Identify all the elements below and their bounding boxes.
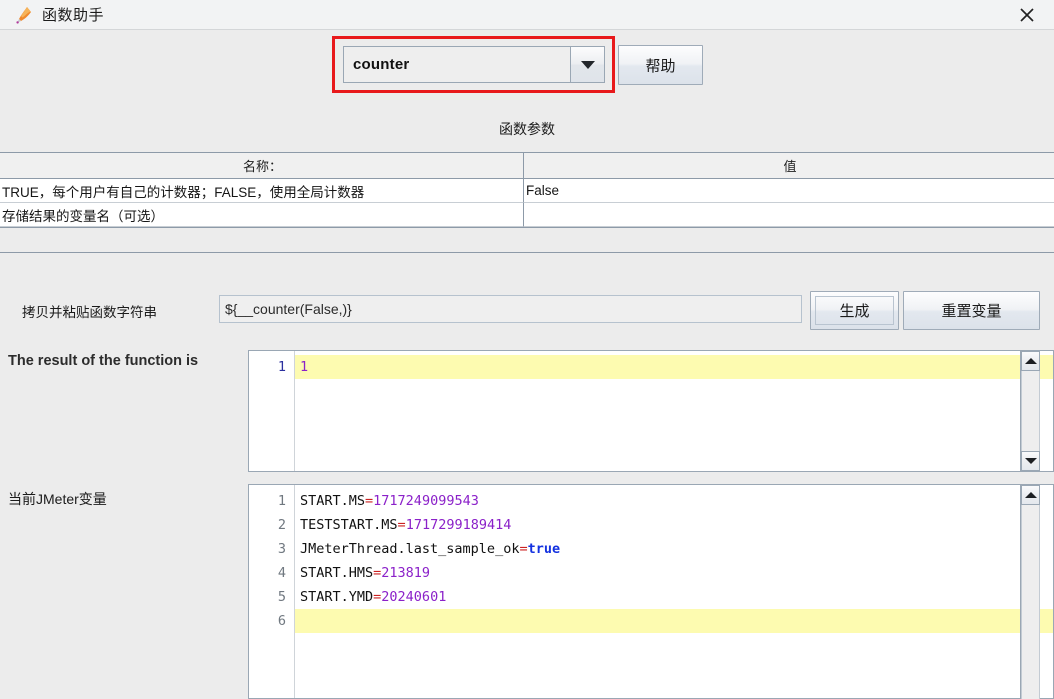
line-number: 1	[277, 359, 286, 375]
variables-code-area[interactable]: START.MS=1717249099543 TESTSTART.MS=1717…	[295, 485, 1053, 698]
line-number: 6	[277, 613, 286, 629]
code-token-value: 1717299189414	[405, 517, 512, 533]
scrollbar-track[interactable]	[1021, 505, 1040, 699]
code-line	[295, 609, 1053, 633]
result-editor[interactable]: 1 1	[248, 350, 1054, 472]
table-row[interactable]: 存储结果的变量名（可选）	[0, 203, 1054, 227]
params-section-title: 函数参数	[499, 121, 555, 137]
variables-panel-label: 当前JMeter变量	[8, 491, 107, 507]
triangle-down-icon[interactable]	[1021, 451, 1040, 471]
variables-gutter: 1 2 3 4 5 6	[249, 485, 295, 698]
function-string-label: 拷贝并粘贴函数字符串	[22, 305, 157, 320]
params-table: 名称： 值 TRUE，每个用户有自己的计数器；FALSE，使用全局计数器 Fal…	[0, 152, 1054, 228]
feather-pen-icon	[12, 4, 34, 26]
reset-variables-button[interactable]: 重置变量	[903, 291, 1040, 330]
code-token-key: START.HMS	[300, 565, 374, 581]
function-select[interactable]: counter	[343, 46, 605, 83]
code-token-eq: =	[397, 517, 406, 533]
line-number: 1	[277, 493, 286, 509]
code-token-value: 213819	[381, 565, 431, 581]
param-name-cell: 存储结果的变量名（可选）	[0, 203, 524, 227]
line-number: 2	[277, 517, 286, 533]
line-number: 4	[277, 565, 286, 581]
param-value-cell[interactable]	[524, 203, 1054, 227]
line-number: 5	[277, 589, 286, 605]
code-token-value: true	[527, 541, 561, 557]
result-code-area[interactable]: 1	[295, 351, 1053, 471]
function-string-input[interactable]: ${__counter(False,)}	[219, 295, 802, 323]
code-token-eq: =	[365, 493, 374, 509]
param-value-cell[interactable]: False	[524, 179, 1054, 203]
chevron-down-icon[interactable]	[571, 47, 604, 82]
code-token-key: START.YMD	[300, 589, 374, 605]
table-row[interactable]: TRUE，每个用户有自己的计数器；FALSE，使用全局计数器 False	[0, 179, 1054, 203]
code-token-eq: =	[519, 541, 528, 557]
function-select-value: counter	[344, 47, 571, 82]
generate-button[interactable]: 生成	[810, 291, 899, 330]
table-empty-area	[0, 231, 1054, 253]
title-bar: 函数助手	[0, 0, 1054, 30]
help-button[interactable]: 帮助	[618, 45, 703, 85]
variables-editor[interactable]: 1 2 3 4 5 6 START.MS=1717249099543 TESTS…	[248, 484, 1054, 699]
column-header-value: 值	[524, 153, 1054, 179]
code-token-value: 1	[300, 359, 309, 375]
result-panel-label: The result of the function is	[8, 353, 199, 369]
triangle-up-icon[interactable]	[1021, 351, 1040, 371]
result-scrollbar[interactable]	[1020, 351, 1040, 471]
line-number: 3	[277, 541, 286, 557]
code-token-value: 20240601	[381, 589, 447, 605]
code-token-value: 1717249099543	[373, 493, 479, 509]
function-helper-window: 函数助手 counter 帮助 函数参数 名称： 值 TRUE，每个用户有自己的…	[0, 0, 1054, 699]
column-header-name: 名称：	[0, 153, 524, 179]
code-line: START.YMD=20240601	[295, 585, 1053, 609]
generate-button-label: 生成	[839, 303, 870, 320]
close-icon[interactable]	[1000, 0, 1054, 29]
triangle-up-icon[interactable]	[1021, 485, 1040, 505]
variables-scrollbar[interactable]	[1020, 485, 1040, 699]
scrollbar-track[interactable]	[1021, 371, 1040, 451]
code-line: START.HMS=213819	[295, 561, 1053, 585]
code-line: TESTSTART.MS=1717299189414	[295, 513, 1053, 537]
result-gutter: 1	[249, 351, 295, 471]
table-header-row: 名称： 值	[0, 153, 1054, 179]
code-line: START.MS=1717249099543	[295, 489, 1053, 513]
window-title: 函数助手	[42, 7, 105, 24]
param-name-cell: TRUE，每个用户有自己的计数器；FALSE，使用全局计数器	[0, 179, 524, 203]
code-token-key: START.MS	[300, 493, 366, 509]
code-line: JMeterThread.last_sample_ok=true	[295, 537, 1053, 561]
code-line: 1	[295, 355, 1053, 379]
code-token-key: TESTSTART.MS	[300, 517, 398, 533]
code-token-key: JMeterThread.last_sample_ok	[300, 541, 520, 557]
